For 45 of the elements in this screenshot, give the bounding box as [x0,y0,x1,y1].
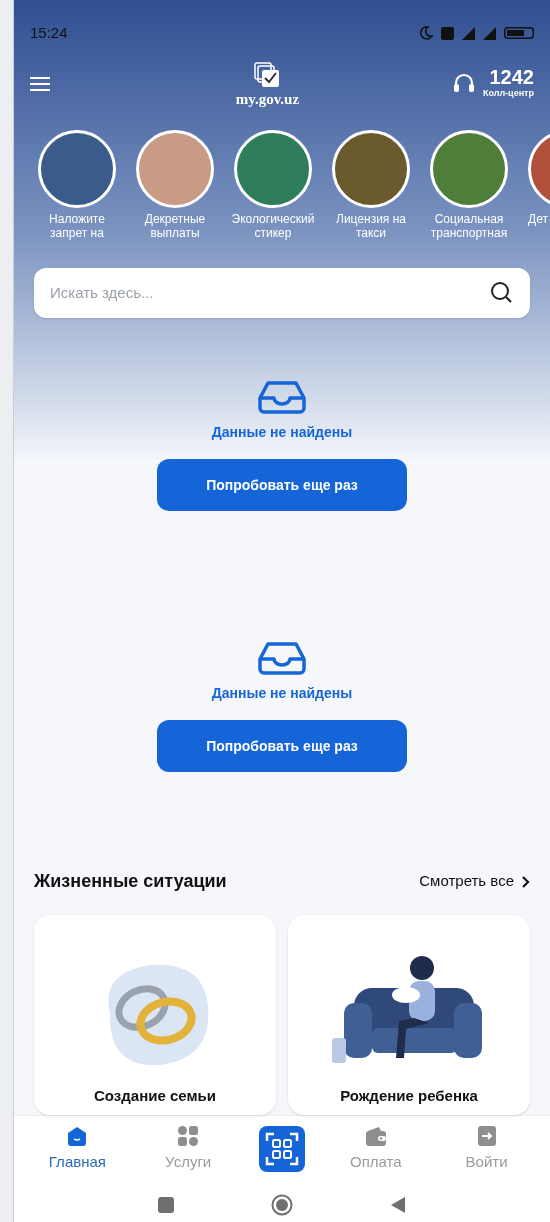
situation-card[interactable]: Создание семьи [34,915,276,1115]
login-icon [475,1124,498,1147]
moon-icon [419,26,433,40]
battery-icon [504,27,534,39]
wallet-icon [364,1124,387,1147]
chevron-right-icon [522,875,530,888]
call-center-label: Колл-центр [482,87,534,101]
nav-tab[interactable]: Войти [446,1124,527,1174]
story-label[interactable]: Наложите запрет на [34,212,120,240]
qr-scan-button[interactable] [259,1126,305,1172]
qr-code-icon [265,1132,299,1166]
signal-icon [483,26,496,40]
story-label[interactable]: Экологический стикер [230,212,316,240]
section-title: Жизненные ситуации [34,870,227,893]
empty-message: Данные не найдены [211,684,353,703]
story-label[interactable]: Декретные выплаты [132,212,218,240]
situation-card[interactable]: Рождение ребенка [288,915,530,1115]
status-time: 15:24 [30,22,68,43]
call-center-number[interactable]: 1242 [489,67,534,88]
nav-tab[interactable]: Услуги [148,1124,229,1174]
story-label[interactable]: Дет [528,212,548,226]
nav-tab[interactable]: Главная [37,1124,118,1174]
menu-icon[interactable] [30,77,50,91]
story-label[interactable]: Социальная транспортная [426,212,512,240]
nav-tab[interactable]: Оплата [335,1124,416,1174]
see-all-link[interactable]: Смотреть все [419,870,530,893]
situation-label: Создание семьи [94,1085,216,1106]
signal-icon [462,26,475,40]
grid-icon [177,1124,200,1147]
retry-button[interactable]: Попробовать еще раз [157,720,407,772]
recents-icon[interactable] [158,1197,175,1213]
empty-message: Данные не найдены [211,423,353,442]
logo-text: my.gov.uz [235,91,300,107]
retry-button[interactable]: Попробовать еще раз [157,459,407,511]
home-circle-icon[interactable] [271,1194,293,1216]
search-field[interactable]: Искать здесь... [50,281,490,305]
inbox-icon [257,641,307,675]
back-icon[interactable] [389,1197,406,1213]
inbox-icon [257,380,307,414]
checkbox-stack-icon [254,61,281,88]
search-icon[interactable] [490,281,514,305]
search-bar[interactable]: Искать здесь... [34,268,530,318]
situation-label: Рождение ребенка [340,1085,478,1106]
story-label[interactable]: Лицензия на такси [328,212,414,240]
home-icon [66,1124,89,1147]
